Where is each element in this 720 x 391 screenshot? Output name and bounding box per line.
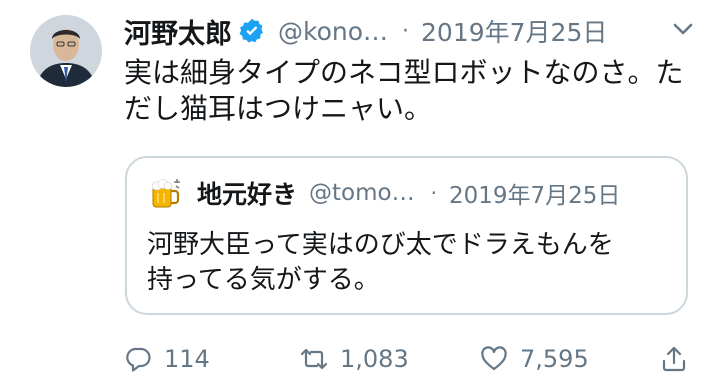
chevron-down-icon[interactable] xyxy=(670,16,696,42)
author-name[interactable]: 河野太郎 xyxy=(124,12,232,51)
verified-badge-icon xyxy=(238,17,266,45)
share-icon xyxy=(662,346,686,372)
separator-dot: · xyxy=(430,181,437,205)
quoted-tweet-header: 地元好き @tomo… · 2019年7月25日 xyxy=(147,172,676,214)
quoted-tweet-date[interactable]: 2019年7月25日 xyxy=(449,176,620,210)
retweet-count: 1,083 xyxy=(340,345,409,373)
reply-count: 114 xyxy=(164,345,210,373)
avatar-portrait-icon xyxy=(30,15,102,87)
quoted-author-name[interactable]: 地元好き xyxy=(197,175,297,211)
share-button[interactable] xyxy=(660,338,688,380)
heart-icon xyxy=(481,346,507,371)
avatar[interactable] xyxy=(30,15,102,87)
separator-dot: · xyxy=(402,18,410,44)
retweet-button[interactable]: 1,083 xyxy=(300,338,409,380)
beer-mug-avatar-icon[interactable] xyxy=(147,175,183,211)
quoted-tweet-text: 河野大臣って実はのび太でドラえもんを 持ってる気がする。 xyxy=(147,230,614,295)
tweet-header: 河野太郎 @kono… · 2019年7月25日 xyxy=(124,10,720,52)
like-button[interactable]: 7,595 xyxy=(480,338,589,380)
author-handle[interactable]: @kono… xyxy=(278,17,388,46)
reply-icon xyxy=(126,347,151,372)
quoted-author-handle[interactable]: @tomo… xyxy=(309,180,415,206)
retweet-icon xyxy=(300,348,328,370)
tweet-text: 実は細身タイプのネコ型ロボットなのさ。た だし猫耳はつけニャい。 xyxy=(124,56,684,125)
quoted-tweet[interactable]: 地元好き @tomo… · 2019年7月25日 河野大臣って実はのび太でドラえ… xyxy=(125,156,688,315)
like-count: 7,595 xyxy=(520,345,589,373)
tweet-date[interactable]: 2019年7月25日 xyxy=(421,13,607,49)
reply-button[interactable]: 114 xyxy=(124,338,210,380)
tweet-actions: 114 1,083 7,595 xyxy=(124,338,704,380)
